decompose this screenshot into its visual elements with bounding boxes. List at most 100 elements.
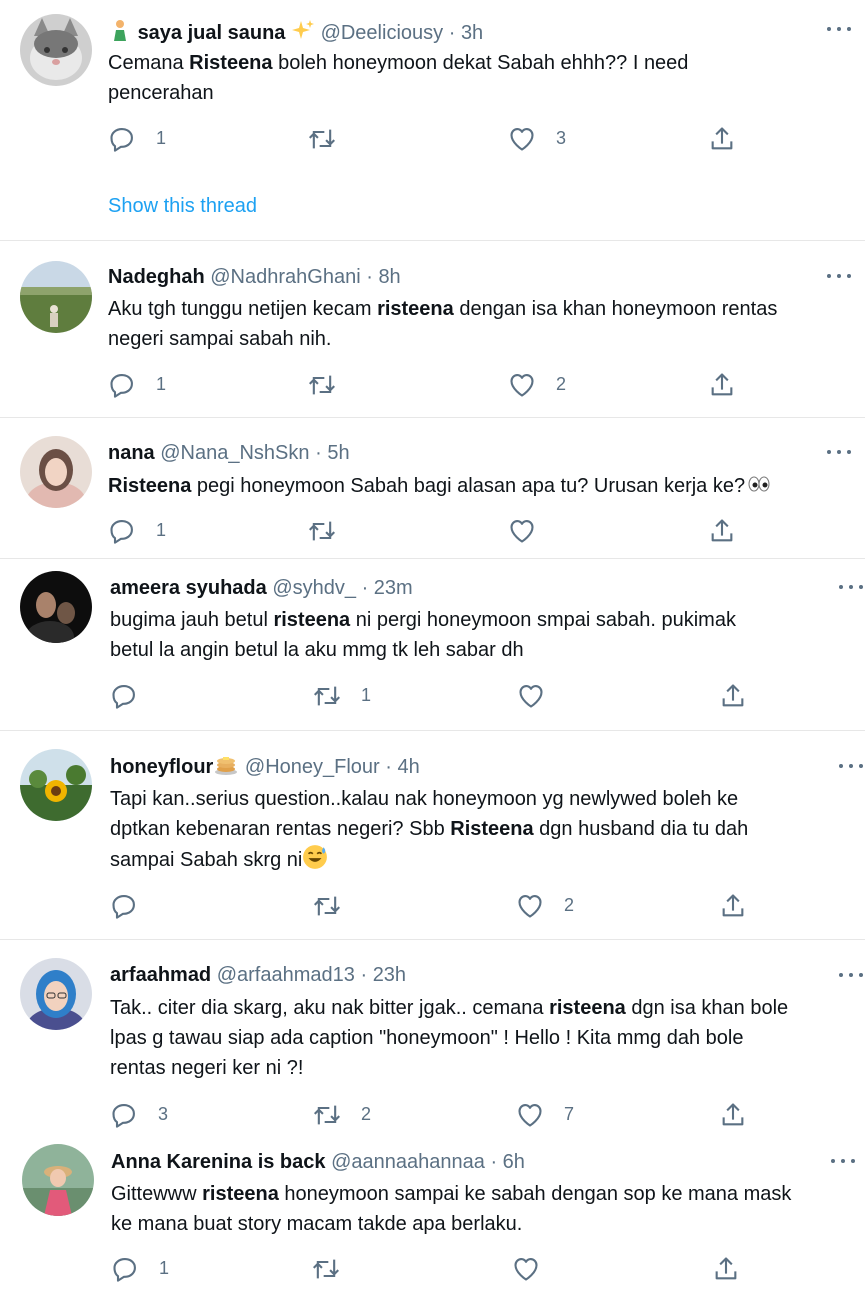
reply-icon (110, 520, 133, 544)
like-icon (518, 1104, 542, 1127)
display-name[interactable]: saya jual sauna (138, 22, 286, 44)
timestamp[interactable]: 3h (461, 22, 483, 44)
timestamp[interactable]: 6h (503, 1151, 525, 1173)
more-icon[interactable] (827, 24, 853, 34)
avatar[interactable] (20, 436, 92, 508)
handle[interactable]: @syhdv_ (272, 577, 356, 599)
tweet-text: Risteena pegi honeymoon Sabah bagi alasa… (108, 471, 773, 501)
timestamp[interactable]: 4h (398, 756, 420, 778)
more-icon[interactable] (831, 1156, 857, 1166)
text-line: Tak.. citer dia skarg, aku nak bitter jg… (110, 997, 789, 1019)
avatar[interactable] (20, 958, 92, 1030)
share-icon (715, 1257, 737, 1280)
timestamp[interactable]: 23m (374, 577, 413, 599)
like-icon (510, 128, 534, 151)
text-line: Risteena pegi honeymoon Sabah bagi alasa… (108, 471, 773, 501)
retweet-icon (314, 686, 340, 706)
text-line: ke mana buat story macam takde apa berla… (111, 1213, 523, 1235)
text-line: lpas g tawau siap ada caption "honeymoon… (110, 1027, 744, 1049)
text-line: negeri sampai sabah nih. (108, 328, 332, 350)
share-icon (722, 894, 744, 917)
tweet-header: arfaahmad @arfaahmad13 · 23h (110, 962, 406, 988)
tweet-header: ameera syuhada @syhdv_ · 23m (110, 575, 413, 601)
tweet-header: nana @Nana_NshSkn · 5h (108, 440, 350, 466)
handle[interactable]: @arfaahmad13 (217, 964, 355, 986)
tweet-text: Tapi kan..serius question..kalau nak hon… (110, 784, 748, 875)
separator: · (448, 22, 456, 44)
reply-icon (112, 685, 135, 709)
show-thread-link[interactable]: Show this thread (108, 195, 257, 218)
like-icon (510, 520, 534, 543)
reply-icon (112, 895, 135, 919)
tweet-1[interactable]: saya jual sauna @Deeliciousy · 3h Cemana… (0, 0, 865, 240)
tweet-text: Tak.. citer dia skarg, aku nak bitter jg… (110, 993, 788, 1083)
tweet-2[interactable]: Nadeghah @NadhrahGhani · 8h Aku tgh tung… (0, 241, 865, 417)
separator: · (385, 756, 392, 778)
like-count: 2 (564, 895, 575, 915)
tweet-text: Aku tgh tunggu netijen kecam risteena de… (108, 294, 777, 354)
reply-count: 3 (158, 1104, 169, 1124)
tweet-5[interactable]: honeyflour @Honey_Flour · 4h Tapi kan..s… (0, 731, 865, 939)
text-line: sampai Sabah skrg ni (110, 844, 748, 875)
display-name[interactable]: arfaahmad (110, 964, 211, 986)
separator: · (361, 577, 369, 599)
handle[interactable]: @aannaahannaa (331, 1151, 485, 1173)
reply-icon (110, 374, 133, 398)
more-icon[interactable] (839, 970, 865, 980)
reply-icon (113, 1258, 136, 1282)
timestamp[interactable]: 8h (378, 266, 400, 288)
avatar[interactable] (20, 749, 92, 821)
tweet-6[interactable]: arfaahmad @arfaahmad13 · 23h Tak.. citer… (0, 940, 865, 1132)
person-emoji-icon (114, 20, 126, 41)
text-line: bugima jauh betul risteena ni pergi hone… (110, 609, 736, 631)
handle[interactable]: @Honey_Flour (245, 756, 380, 778)
tweet-4[interactable]: ameera syuhada @syhdv_ · 23m bugima jauh… (0, 559, 865, 730)
handle[interactable]: @NadhrahGhani (210, 266, 360, 288)
reply-count: 1 (159, 1258, 170, 1278)
more-icon[interactable] (839, 582, 865, 592)
avatar[interactable] (20, 261, 92, 333)
text-line: rentas negeri ker ni ?! (110, 1057, 304, 1079)
display-name[interactable]: nana (108, 442, 155, 464)
like-icon (514, 1258, 538, 1281)
text-line: Aku tgh tunggu netijen kecam risteena de… (108, 298, 778, 320)
display-name[interactable]: Nadeghah (108, 266, 205, 288)
tweet-text: Gittewww risteena honeymoon sampai ke sa… (111, 1179, 791, 1239)
tweet-text: Cemana Risteena boleh honeymoon dekat Sa… (108, 48, 688, 108)
like-icon (519, 685, 543, 708)
avatar[interactable] (20, 571, 92, 643)
retweet-count: 2 (361, 1104, 372, 1124)
sweat-smile-emoji-icon (303, 845, 328, 869)
more-icon[interactable] (839, 761, 865, 771)
handle[interactable]: @Nana_NshSkn (160, 442, 309, 464)
share-icon (711, 373, 733, 396)
more-icon[interactable] (827, 271, 853, 281)
like-count: 7 (564, 1104, 575, 1124)
tweet-3[interactable]: nana @Nana_NshSkn · 5h Risteena pegi hon… (0, 418, 865, 558)
text-line: pencerahan (108, 82, 214, 104)
timestamp[interactable]: 23h (373, 964, 406, 986)
avatar[interactable] (22, 1144, 94, 1216)
like-icon (510, 374, 534, 397)
share-icon (711, 519, 733, 542)
separator: · (490, 1151, 498, 1173)
text-line: betul la angin betul la aku mmg tk leh s… (110, 639, 524, 661)
handle[interactable]: @Deeliciousy (321, 22, 444, 44)
timestamp[interactable]: 5h (327, 442, 349, 464)
reply-count: 1 (156, 520, 167, 540)
separator: · (360, 964, 368, 986)
retweet-icon (314, 1105, 340, 1125)
avatar[interactable] (20, 14, 92, 86)
tweet-7[interactable]: Anna Karenina is back @aannaahannaa · 6h… (0, 1132, 865, 1299)
separator: · (366, 266, 373, 288)
text-line: Tapi kan..serius question..kalau nak hon… (110, 788, 739, 810)
reply-count: 1 (156, 374, 167, 394)
display-name[interactable]: honeyflour (110, 756, 213, 778)
retweet-icon (314, 896, 340, 916)
display-name[interactable]: ameera syuhada (110, 577, 267, 599)
retweet-icon (309, 521, 335, 541)
separator: · (315, 442, 322, 464)
more-icon[interactable] (827, 447, 853, 457)
share-icon (711, 127, 733, 150)
display-name[interactable]: Anna Karenina is back (111, 1151, 326, 1173)
